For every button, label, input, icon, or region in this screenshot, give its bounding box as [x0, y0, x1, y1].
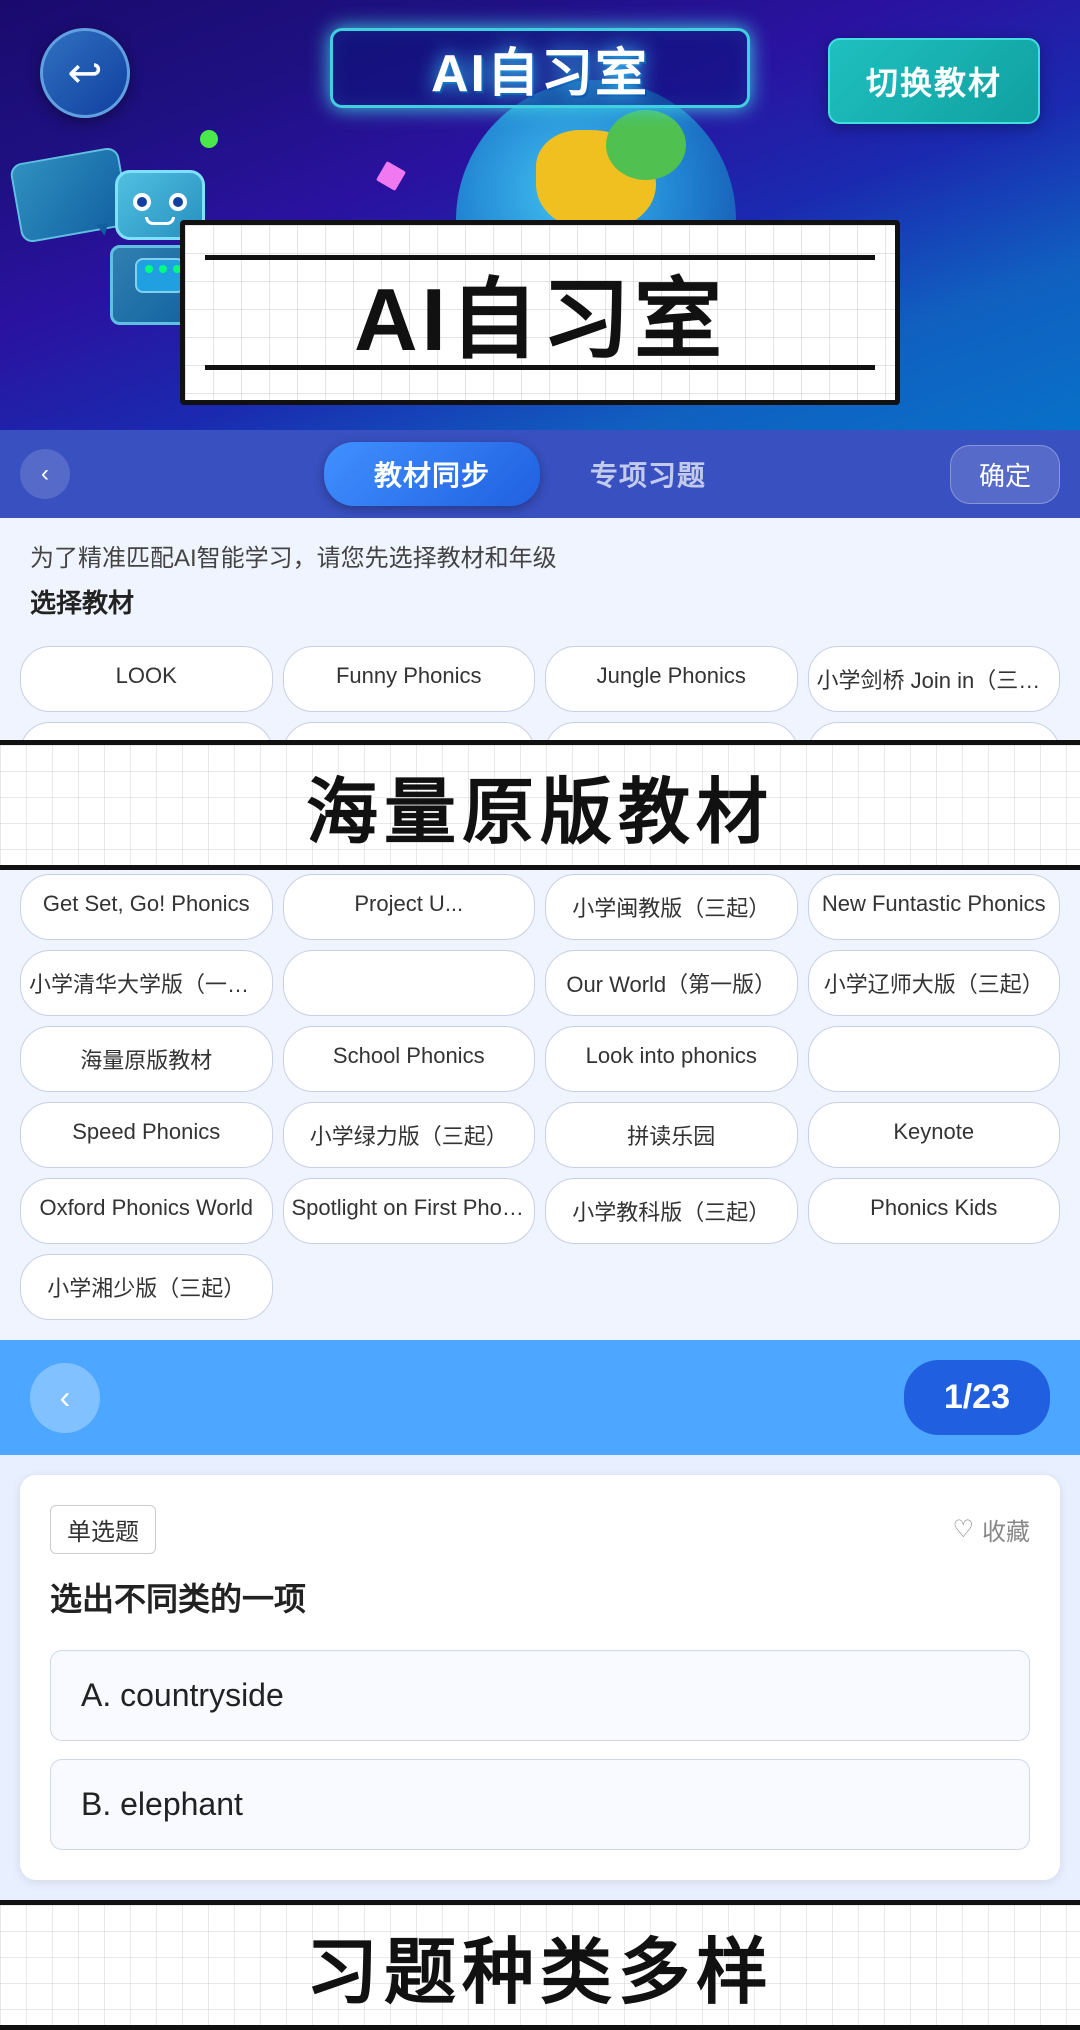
back-button[interactable]: ↩ [40, 28, 130, 118]
tabs-bar: ‹ 教材同步 专项习题 确定 [0, 430, 1080, 518]
quiz-back-icon: ‹ [60, 1379, 71, 1416]
deco-green-dot [200, 130, 218, 148]
tab-textbook-sync[interactable]: 教材同步 [324, 442, 540, 506]
textbook-item[interactable]: Phonics Kids [808, 1178, 1061, 1244]
textbook-item[interactable]: 拼读乐园 [545, 1102, 798, 1168]
app-title: AI自习室 [431, 31, 649, 106]
hero-section: ★ ↩ AI自习室 切换教材 AI自习室 [0, 0, 1080, 430]
textbook-item[interactable]: 小学剑桥 Join in（三起） [808, 646, 1061, 712]
textbook-item[interactable]: Keynote [808, 1102, 1061, 1168]
textbook-item[interactable]: Spotlight on First Phonics [283, 1178, 536, 1244]
textbook-item[interactable]: 小学教科版（三起） [545, 1178, 798, 1244]
quiz-card-header: 单选题 ♡ 收藏 [50, 1505, 1030, 1554]
textbook-item[interactable]: Funny Phonics [283, 646, 536, 712]
whiteboard: AI自习室 [180, 220, 900, 405]
quiz-option-2[interactable]: B. elephant [50, 1759, 1030, 1850]
overlay-banner: 海量原版教材 [0, 740, 1080, 870]
tab-textbook-sync-label: 教材同步 [374, 460, 490, 491]
textbook-item[interactable]: 小学湘少版（三起） [20, 1254, 273, 1320]
bottom-overlay-text: 习题种类多样 [306, 1913, 774, 2018]
textbook-item[interactable]: 海量原版教材 [20, 1026, 273, 1092]
tab-back-icon: ‹ [41, 460, 49, 488]
textbook-item[interactable] [283, 950, 536, 1016]
textbook-item[interactable] [808, 1026, 1061, 1092]
tab-special-exercises-label: 专项习题 [590, 460, 706, 491]
textbook-item[interactable]: 小学清华大学版（一起） [20, 950, 273, 1016]
quiz-counter: 1/23 [904, 1360, 1050, 1435]
quiz-back-button[interactable]: ‹ [30, 1363, 100, 1433]
textbook-item[interactable]: Project U... [283, 874, 536, 940]
quiz-type-badge: 单选题 [50, 1505, 156, 1554]
switch-textbook-button[interactable]: 切换教材 [828, 38, 1040, 124]
favorite-label: 收藏 [982, 1512, 1030, 1547]
tab-back-button[interactable]: ‹ [20, 449, 70, 499]
textbook-item[interactable]: New Funtastic Phonics [808, 874, 1061, 940]
textbook-item[interactable]: Look into phonics [545, 1026, 798, 1092]
textbook-item[interactable]: Speed Phonics [20, 1102, 273, 1168]
quiz-section: ‹ 1/23 单选题 ♡ 收藏 选出不同类的一项 A. countryside B… [0, 1340, 1080, 2030]
confirm-label: 确定 [979, 461, 1031, 491]
bottom-overlay-banner: 习题种类多样 [0, 1900, 1080, 2030]
tab-special-exercises[interactable]: 专项习题 [540, 442, 756, 506]
textbook-item[interactable]: School Phonics [283, 1026, 536, 1092]
textbook-item[interactable]: LOOK [20, 646, 273, 712]
textbook-item[interactable]: Our World（第一版） [545, 950, 798, 1016]
textbook-item[interactable]: Oxford Phonics World [20, 1178, 273, 1244]
header-title-bar: AI自习室 [330, 28, 750, 108]
favorite-button[interactable]: ♡ 收藏 [952, 1512, 1030, 1547]
instruction-text: 为了精准匹配AI智能学习，请您先选择教材和年级 [0, 518, 1080, 579]
confirm-button[interactable]: 确定 [950, 445, 1060, 504]
textbook-item[interactable]: 小学闽教版（三起） [545, 874, 798, 940]
quiz-navigation: ‹ 1/23 [0, 1340, 1080, 1455]
quiz-card: 单选题 ♡ 收藏 选出不同类的一项 A. countryside B. eleph… [20, 1475, 1060, 1880]
deco-pink-star [376, 161, 406, 191]
overlay-text: 海量原版教材 [306, 753, 774, 858]
switch-textbook-label: 切换教材 [866, 65, 1002, 101]
textbook-item[interactable]: 小学绿力版（三起） [283, 1102, 536, 1168]
select-textbook-label: 选择教材 [0, 579, 1080, 636]
whiteboard-text: AI自习室 [354, 249, 726, 376]
tabs-section: ‹ 教材同步 专项习题 确定 为了精准匹配AI智能学习，请您先选择教材和年级 选… [0, 430, 1080, 1340]
textbook-item[interactable]: Get Set, Go! Phonics [20, 874, 273, 940]
textbook-item[interactable]: 小学辽师大版（三起） [808, 950, 1061, 1016]
heart-icon: ♡ [952, 1515, 974, 1544]
quiz-option-1[interactable]: A. countryside [50, 1650, 1030, 1741]
quiz-options: A. countryside B. elephant [50, 1650, 1030, 1850]
back-arrow-icon: ↩ [67, 52, 102, 94]
textbook-item[interactable]: Jungle Phonics [545, 646, 798, 712]
quiz-question: 选出不同类的一项 [50, 1574, 1030, 1620]
